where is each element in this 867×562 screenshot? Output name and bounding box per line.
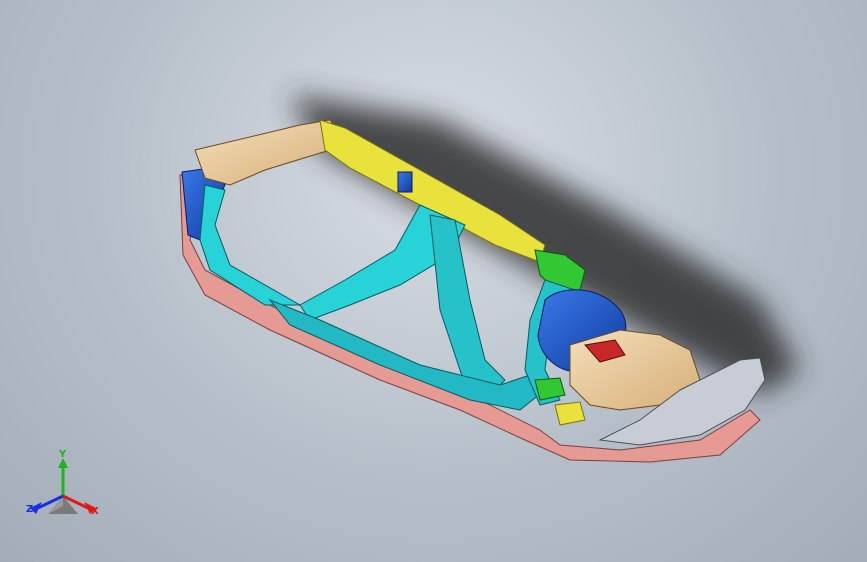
lower-cyan-rail (268, 298, 546, 411)
upper-blue-clip (397, 171, 413, 193)
z-axis-label: Z (26, 504, 34, 515)
x-axis-label: X (91, 506, 99, 517)
lower-green-block (534, 377, 566, 401)
lower-yellow-block (554, 401, 586, 426)
cad-viewport[interactable]: Y Z X (0, 0, 867, 562)
front-end-carrier-model-icon[interactable] (0, 0, 867, 562)
y-axis-label: Y (59, 449, 67, 460)
coordinate-triad[interactable]: Y Z X (26, 448, 106, 528)
